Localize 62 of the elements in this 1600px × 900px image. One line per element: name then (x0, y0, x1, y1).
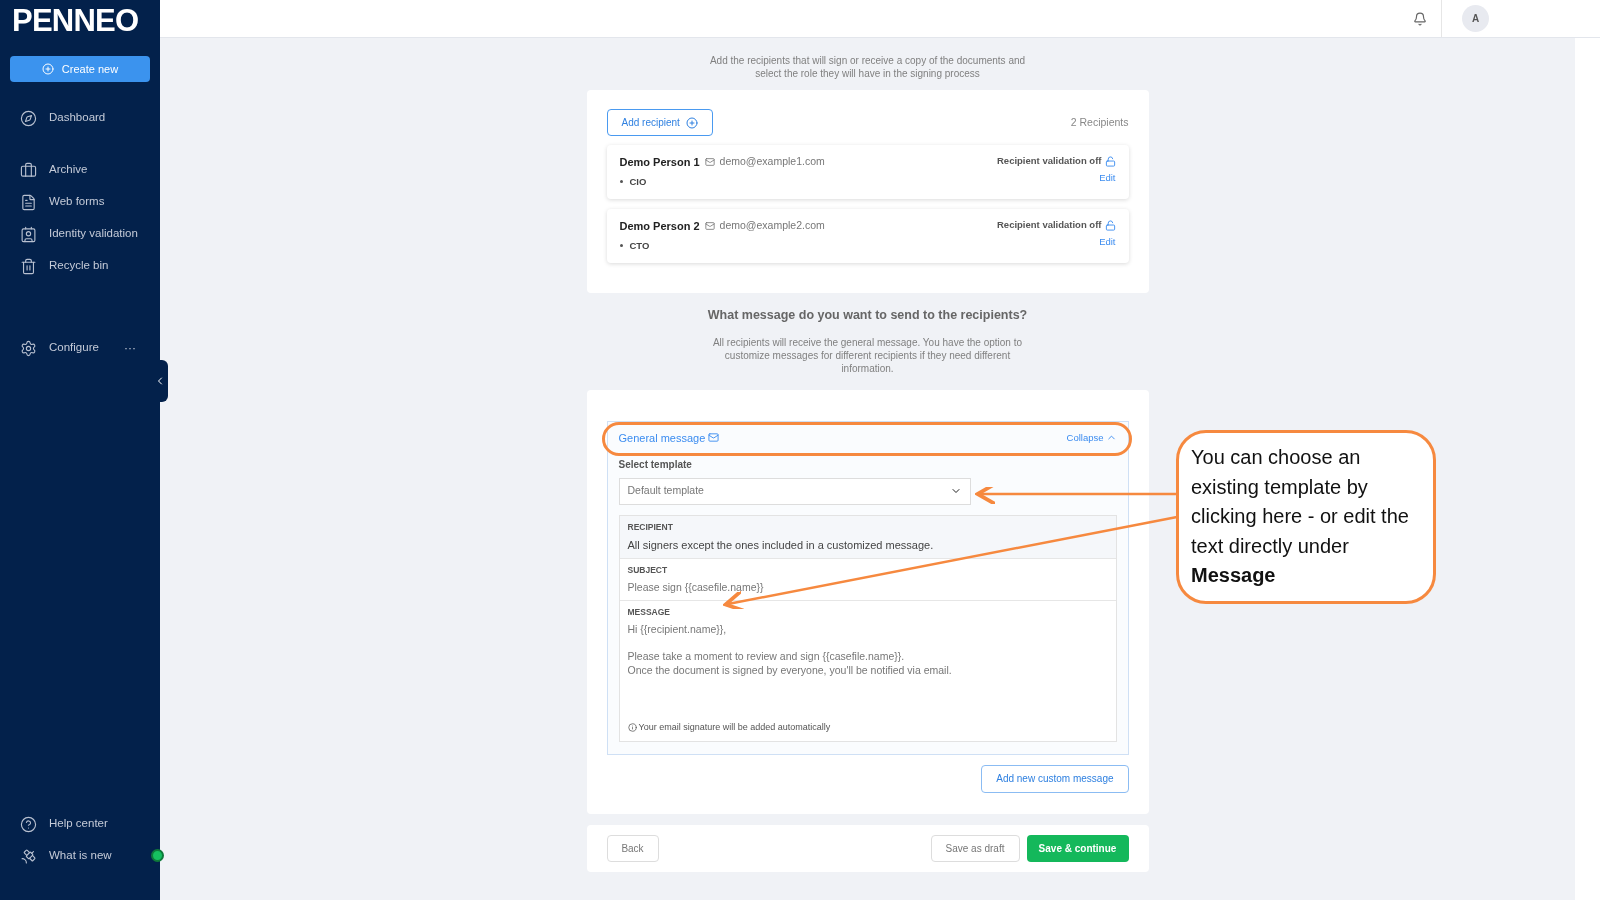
id-card-icon (20, 225, 37, 243)
unlocked-icon[interactable] (1104, 155, 1116, 167)
recipient-role: CIO (629, 174, 647, 189)
bell-icon[interactable] (1413, 11, 1427, 26)
mail-icon (704, 157, 715, 168)
satellite-icon (20, 847, 37, 865)
field-label: RECIPIENT (627, 520, 674, 534)
recipient-name: Demo Person 2 (619, 219, 700, 234)
save-continue-button[interactable]: Save & continue (1026, 834, 1129, 862)
field-label: Select template (618, 457, 693, 472)
sidebar-item[interactable]: Recycle bin (49, 257, 109, 275)
section-description: Add the recipients that will sign or receive a copy of the documents and select the role they will have in the signing process (708, 54, 1027, 80)
compass-icon (20, 109, 37, 127)
edit-link[interactable]: Edit (1099, 171, 1116, 186)
sidebar-item[interactable]: Archive (49, 161, 88, 179)
panel-title: General message (618, 430, 706, 446)
recipient-count: 2 Recipients (1070, 114, 1129, 130)
settings-icon (20, 339, 37, 357)
sidebar-item[interactable]: Web forms (49, 193, 105, 211)
briefcase-icon (20, 161, 37, 179)
plus-icon (41, 63, 54, 75)
message-field[interactable]: Hi {{recipient.name}}, Please take a moment to review and sign {{casefile.name}}. Once the document is signed by everyone, you'll be notified via email. (627, 623, 1108, 691)
document-icon (20, 193, 37, 211)
callout-text: You can choose an existing template by clicking here - or edit the text directly under Message (1191, 445, 1410, 588)
section-heading: What message do you want to send to the recipients? (707, 307, 1028, 324)
back-button[interactable]: Back (606, 834, 659, 862)
bullet-icon (619, 180, 623, 184)
template-dropdown[interactable]: Default template (618, 477, 971, 505)
field-label: SUBJECT (627, 564, 669, 577)
edit-link[interactable]: Edit (1099, 235, 1116, 250)
mail-icon (708, 432, 720, 444)
add-custom-message-button[interactable]: Add new custom message (981, 764, 1129, 793)
unlocked-icon[interactable] (1104, 219, 1116, 231)
recipient-name: Demo Person 1 (619, 155, 700, 170)
avatar[interactable]: A (1462, 5, 1489, 32)
signature-note: Your email signature will be added automatically (638, 721, 831, 734)
section-description: All recipients will receive the general message. You have the option to customize messages for different recipients if they need different information. (711, 335, 1024, 375)
sidebar-item[interactable]: Help center (49, 815, 108, 833)
validation-status: Recipient validation off (997, 218, 1102, 232)
sidebar-item[interactable]: Configure (49, 339, 99, 357)
logo: PENNEO (11, 2, 140, 40)
info-icon (627, 723, 637, 733)
bullet-icon (619, 244, 623, 248)
recipient-value: All signers except the ones included in a customized message. (627, 537, 935, 553)
mail-icon (704, 221, 715, 232)
sidebar-item[interactable]: Identity validation (49, 225, 138, 243)
sidebar-item[interactable]: Dashboard (49, 109, 106, 127)
recipient-email: demo@example2.com (719, 218, 825, 234)
create-new-button[interactable]: Create new (10, 56, 150, 82)
recipient-role: CTO (629, 238, 650, 253)
add-recipient-button[interactable]: Add recipient (606, 109, 713, 136)
subject-field[interactable]: Please sign {{casefile.name}} (627, 579, 1108, 596)
collapse-button[interactable]: Collapse (1066, 430, 1117, 445)
save-draft-button[interactable]: Save as draft (930, 834, 1020, 862)
validation-status: Recipient validation off (997, 154, 1102, 168)
plus-icon (685, 116, 698, 129)
sidebar-item[interactable]: What is new (49, 847, 112, 865)
help-icon (20, 815, 37, 833)
trash-icon (20, 257, 37, 275)
field-label: MESSAGE (627, 605, 671, 619)
more-button[interactable]: ··· (124, 339, 136, 357)
recipient-email: demo@example1.com (719, 154, 825, 170)
